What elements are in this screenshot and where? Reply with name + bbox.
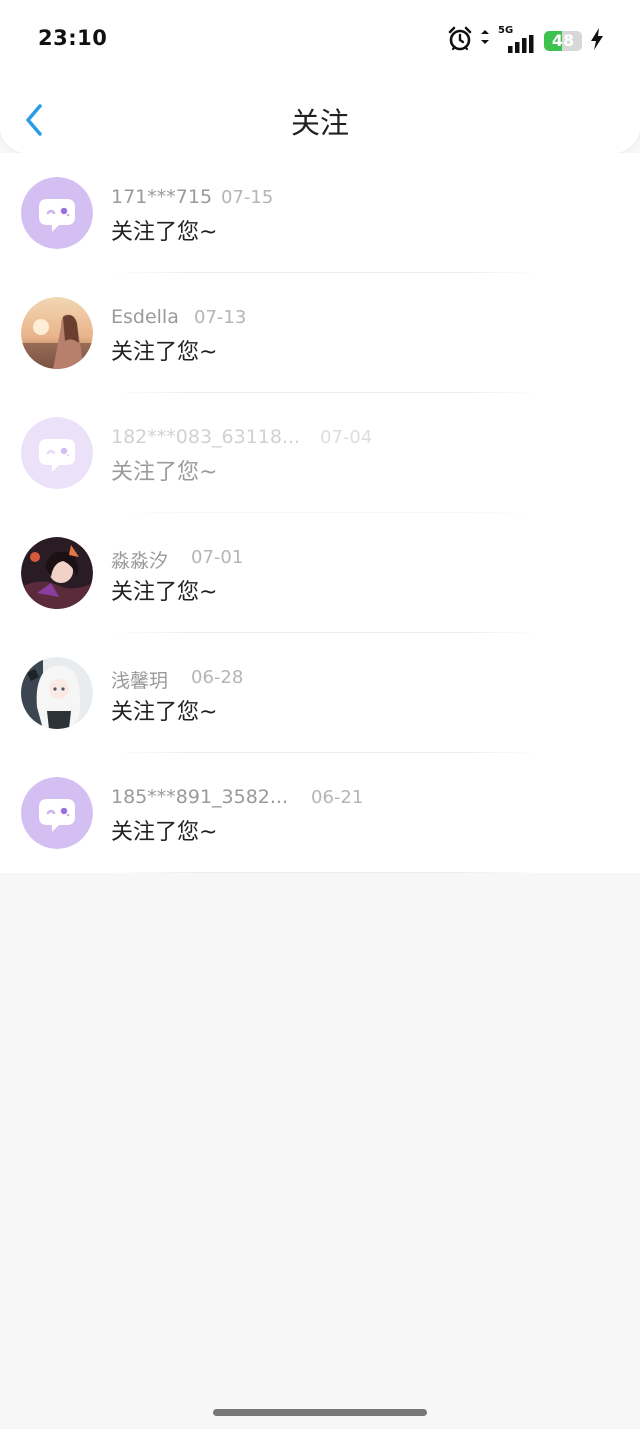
battery-level: 48 — [551, 31, 575, 50]
home-indicator[interactable] — [213, 1409, 427, 1416]
user-name[interactable]: 浅馨玥 — [111, 666, 168, 693]
follow-date: 07-01 — [191, 547, 244, 568]
follow-message: 关注了您~ — [111, 700, 218, 725]
follow-message: 关注了您~ — [111, 820, 218, 845]
charging-bolt-icon — [590, 28, 604, 54]
list-item[interactable]: 182***083_63118... 07-04 关注了您~ — [0, 393, 640, 513]
user-name[interactable]: 182***083_63118... — [111, 426, 300, 448]
follow-message: 关注了您~ — [111, 580, 218, 605]
avatar[interactable] — [21, 297, 93, 369]
follow-date: 06-21 — [311, 787, 364, 808]
top-bar: 23:10 5G 48 关注 — [0, 0, 640, 153]
avatar[interactable] — [21, 657, 93, 729]
list-item[interactable]: 171***715 07-15 关注了您~ — [0, 153, 640, 273]
cellular-signal-icon: 5G — [498, 25, 536, 54]
avatar[interactable] — [21, 537, 93, 609]
avatar[interactable] — [21, 417, 93, 489]
status-time: 23:10 — [38, 26, 108, 50]
avatar[interactable] — [21, 777, 93, 849]
divider — [111, 872, 544, 873]
user-name[interactable]: 185***891_3582... — [111, 786, 288, 808]
follow-date: 07-13 — [194, 307, 247, 328]
follow-list: 171***715 07-15 关注了您~ Esdella 07-13 关注了您~ 182*… — [0, 153, 640, 873]
follow-date: 06-28 — [191, 667, 244, 688]
user-name[interactable]: 淼淼汐 — [111, 546, 168, 573]
list-item[interactable]: 浅馨玥 06-28 关注了您~ — [0, 633, 640, 753]
battery-icon: 48 — [544, 31, 582, 51]
list-item[interactable]: Esdella 07-13 关注了您~ — [0, 273, 640, 393]
avatar[interactable] — [21, 177, 93, 249]
list-item[interactable]: 185***891_3582... 06-21 关注了您~ — [0, 753, 640, 873]
follow-date: 07-15 — [221, 187, 274, 208]
follow-message: 关注了您~ — [111, 460, 218, 485]
follow-date: 07-04 — [320, 427, 373, 448]
user-name[interactable]: Esdella — [111, 306, 179, 328]
follow-message: 关注了您~ — [111, 220, 218, 245]
page-title: 关注 — [290, 106, 349, 140]
alarm-clock-icon — [448, 26, 472, 56]
status-icons: 5G 48 — [448, 25, 604, 56]
follow-message: 关注了您~ — [111, 340, 218, 365]
list-item[interactable]: 淼淼汐 07-01 关注了您~ — [0, 513, 640, 633]
data-arrows-icon — [480, 28, 494, 54]
user-name[interactable]: 171***715 — [111, 186, 212, 208]
